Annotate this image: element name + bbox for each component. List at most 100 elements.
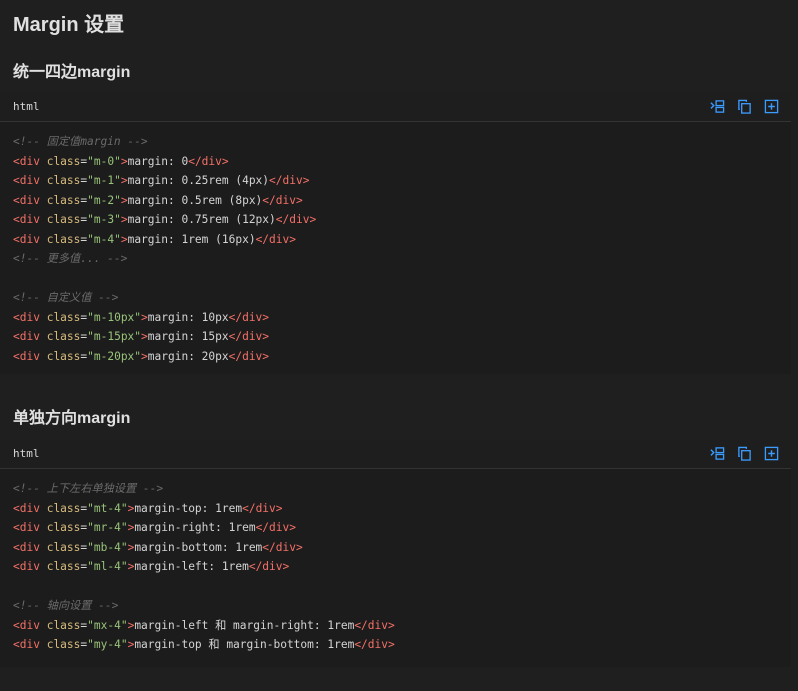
code-token-tag: <div bbox=[13, 310, 40, 324]
code-token-tag: <div bbox=[13, 638, 40, 651]
code-token-string: "m-0" bbox=[87, 154, 121, 168]
code-token-attr: class bbox=[46, 349, 81, 363]
code-token-tag: <div bbox=[13, 232, 40, 246]
code-token-string: "mb-4" bbox=[87, 540, 128, 554]
code-line: <div class="m-0">margin: 0</div> bbox=[13, 152, 778, 172]
expand-icon[interactable] bbox=[764, 446, 779, 461]
copy-icon[interactable] bbox=[737, 99, 752, 114]
code-token-attr: class bbox=[46, 330, 81, 343]
code-token-string: "my-4" bbox=[87, 638, 128, 651]
code-token-attr: class bbox=[46, 174, 81, 187]
code-token-string: "m-20px" bbox=[87, 349, 142, 363]
code-token-comment: <!-- 轴向设置 --> bbox=[13, 599, 119, 612]
section-title-uniform: 统一四边margin bbox=[13, 64, 131, 81]
code-token-tag: </div> bbox=[262, 193, 303, 207]
code-token-comment: <!-- 更多值... --> bbox=[13, 252, 128, 265]
code-block-header: html bbox=[0, 92, 791, 122]
wrap-lines-icon[interactable] bbox=[710, 446, 725, 461]
code-token-tag: <div bbox=[13, 174, 40, 187]
code-block-uniform: html <!-- 固定值margin --> <div class="m-0">… bbox=[0, 92, 791, 374]
code-token-string: "mr-4" bbox=[87, 521, 128, 534]
code-token-text: margin: 0 bbox=[127, 154, 189, 168]
code-token-text: margin: 1rem (16px) bbox=[127, 232, 256, 246]
page-title: Margin 设置 bbox=[13, 14, 125, 36]
code-token-tag: <div bbox=[13, 618, 40, 632]
code-token-tag: <div bbox=[13, 154, 40, 168]
code-token-tag: > bbox=[120, 193, 128, 207]
code-token-attr: class bbox=[46, 154, 81, 168]
code-token-attr: class bbox=[46, 638, 81, 651]
code-token-tag: </div> bbox=[228, 310, 270, 324]
code-token-attr: class bbox=[46, 521, 81, 534]
code-line: <!-- 更多值... --> bbox=[13, 249, 778, 269]
code-token-tag: > bbox=[120, 213, 128, 226]
code-line: <div class="mx-4">margin-left 和 margin-r… bbox=[13, 616, 778, 636]
code-token-tag: <div bbox=[13, 560, 40, 573]
code-line: <div class="m-4">margin: 1rem (16px)</di… bbox=[13, 230, 778, 250]
code-token-string: "m-3" bbox=[87, 213, 121, 226]
code-token-attr: class bbox=[46, 193, 81, 207]
code-token-attr: class bbox=[46, 501, 81, 515]
wrap-lines-icon[interactable] bbox=[710, 99, 725, 114]
code-line: <!-- 自定义值 --> bbox=[13, 288, 778, 308]
code-token-text: margin-top: 1rem bbox=[134, 501, 243, 515]
code-line: <div class="m-3">margin: 0.75rem (12px)<… bbox=[13, 210, 778, 230]
code-token-text: margin-bottom: 1rem bbox=[134, 540, 263, 554]
code-token-string: "m-4" bbox=[87, 232, 121, 246]
code-token-comment: <!-- 自定义值 --> bbox=[13, 291, 119, 304]
code-token-attr: class bbox=[46, 540, 81, 554]
code-body: <!-- 固定值margin --> <div class="m-0">margi… bbox=[0, 122, 791, 366]
code-toolbar bbox=[710, 446, 779, 461]
code-token-tag: <div bbox=[13, 521, 40, 534]
code-token-text: margin-left 和 margin-right: 1rem bbox=[134, 618, 355, 632]
copy-icon[interactable] bbox=[737, 446, 752, 461]
code-token-tag: </div> bbox=[275, 213, 317, 226]
code-token-string: "m-15px" bbox=[87, 330, 142, 343]
code-token-text: margin: 0.5rem (8px) bbox=[127, 193, 263, 207]
code-token-tag: <div bbox=[13, 330, 40, 343]
code-language-label: html bbox=[13, 100, 40, 113]
code-block-header: html bbox=[0, 439, 791, 469]
code-body: <!-- 上下左右单独设置 --> <div class="mt-4">margi… bbox=[0, 469, 791, 655]
code-block-directional: html <!-- 上下左右单独设置 --> <div class="mt-4">… bbox=[0, 439, 791, 667]
code-line: <div class="mr-4">margin-right: 1rem</di… bbox=[13, 518, 778, 538]
code-token-attr: class bbox=[46, 232, 81, 246]
code-token-comment: <!-- 固定值margin --> bbox=[13, 135, 148, 148]
code-token-attr: class bbox=[46, 618, 81, 632]
code-token-tag: > bbox=[141, 349, 148, 363]
code-token-string: "ml-4" bbox=[87, 560, 128, 573]
code-token-tag: > bbox=[141, 330, 148, 343]
code-line: <div class="mb-4">margin-bottom: 1rem</d… bbox=[13, 538, 778, 558]
code-line: <!-- 固定值margin --> bbox=[13, 132, 778, 152]
code-token-text: margin: 0.75rem (12px) bbox=[127, 213, 276, 226]
code-line: <div class="m-20px">margin: 20px</div> bbox=[13, 347, 778, 367]
code-token-string: "mx-4" bbox=[87, 618, 128, 632]
code-token-text: margin: 0.25rem (4px) bbox=[127, 174, 270, 187]
expand-icon[interactable] bbox=[764, 99, 779, 114]
code-token-tag: > bbox=[120, 232, 128, 246]
code-toolbar bbox=[710, 99, 779, 114]
code-token-string: "mt-4" bbox=[87, 501, 128, 515]
code-token-tag: </div> bbox=[269, 174, 310, 187]
code-token-text: margin-top 和 margin-bottom: 1rem bbox=[134, 638, 355, 651]
scrollbar[interactable] bbox=[792, 0, 798, 691]
code-token-tag: <div bbox=[13, 213, 40, 226]
code-token-tag: <div bbox=[13, 193, 40, 207]
code-token-string: "m-10px" bbox=[87, 310, 142, 324]
